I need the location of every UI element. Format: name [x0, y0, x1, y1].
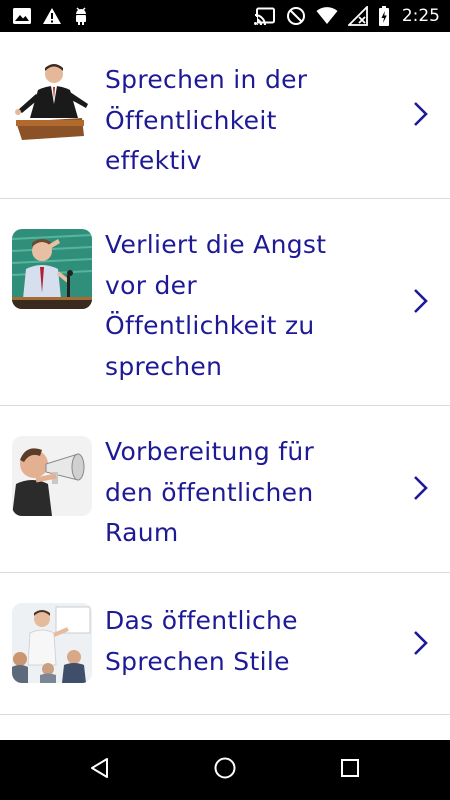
back-icon — [88, 756, 112, 784]
status-bar: 2:25 — [0, 0, 450, 32]
topic-title: Das öffentliche Sprechen Stile — [105, 606, 298, 676]
no-signal-icon — [347, 6, 368, 26]
topic-row-1[interactable]: Sprechen in der Öffentlichkeit effektiv — [0, 32, 450, 199]
image-icon — [12, 7, 32, 25]
megaphone-man-image — [12, 436, 92, 516]
wifi-icon — [316, 7, 338, 25]
topic-title: Sprechen in der Öffentlichkeit effektiv — [105, 65, 308, 175]
topic-row-2[interactable]: Verliert die Angst vor der Öffentlichkei… — [0, 199, 450, 406]
warning-icon — [42, 7, 62, 25]
chevron-right-icon — [410, 629, 430, 657]
speaker-at-podium-image — [12, 60, 92, 140]
topic-title: Verliert die Angst vor der Öffentlichkei… — [105, 230, 327, 381]
battery-icon — [378, 6, 390, 26]
nervous-speaker-image — [12, 229, 92, 309]
topic-list: Sprechen in der Öffentlichkeit effektiv — [0, 32, 450, 715]
status-time: 2:25 — [401, 6, 440, 26]
cast-icon — [253, 7, 276, 25]
presenter-audience-image — [12, 603, 92, 683]
chevron-right-icon — [410, 100, 430, 128]
back-button[interactable] — [55, 740, 145, 800]
chevron-right-icon — [410, 474, 430, 502]
topic-title: Vorbereitung für den öffentlichen Raum — [105, 437, 315, 547]
do-not-disturb-icon — [286, 6, 306, 26]
chevron-right-icon — [410, 287, 430, 315]
navigation-bar — [0, 740, 450, 800]
home-icon — [213, 756, 237, 784]
recents-button[interactable] — [305, 740, 395, 800]
topic-row-3[interactable]: Vorbereitung für den öffentlichen Raum — [0, 406, 450, 573]
android-debug-icon — [72, 6, 90, 26]
topic-row-4[interactable]: Das öffentliche Sprechen Stile — [0, 573, 450, 715]
recents-icon — [338, 756, 362, 784]
home-button[interactable] — [180, 740, 270, 800]
